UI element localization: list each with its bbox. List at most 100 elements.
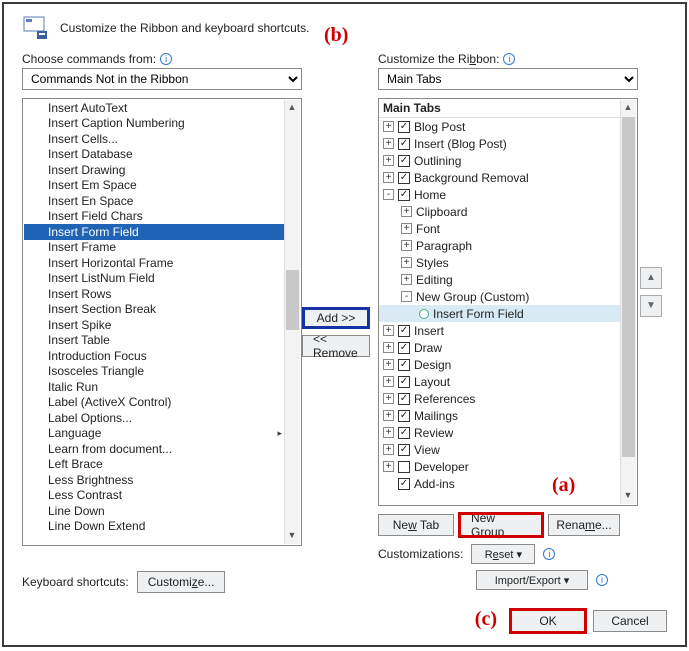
command-item[interactable]: Learn from document... <box>24 441 284 457</box>
collapse-icon[interactable]: - <box>383 189 394 200</box>
checkbox[interactable] <box>398 478 410 490</box>
tree-node[interactable]: +View <box>379 441 620 458</box>
tree-node[interactable]: +Styles <box>379 254 620 271</box>
expand-icon[interactable]: + <box>383 359 394 370</box>
expand-icon[interactable]: + <box>383 461 394 472</box>
tree-node[interactable]: +Insert (Blog Post) <box>379 135 620 152</box>
scroll-down-icon[interactable]: ▼ <box>285 528 299 544</box>
scrollbar[interactable]: ▲ ▼ <box>284 100 300 544</box>
rename-button[interactable]: Rename... <box>548 514 620 536</box>
command-item[interactable]: Insert Table <box>24 333 284 349</box>
checkbox[interactable] <box>398 121 410 133</box>
tree-node[interactable]: +Design <box>379 356 620 373</box>
command-item[interactable]: Insert Drawing <box>24 162 284 178</box>
collapse-icon[interactable]: - <box>401 291 412 302</box>
tree-node[interactable]: Add-ins <box>379 475 620 492</box>
expand-icon[interactable]: + <box>383 138 394 149</box>
scrollbar[interactable]: ▲ ▼ <box>620 100 636 504</box>
expand-icon[interactable]: + <box>383 155 394 166</box>
command-item[interactable]: Label Options... <box>24 410 284 426</box>
command-item[interactable]: Insert Frame <box>24 240 284 256</box>
command-item[interactable]: Insert AutoText <box>24 100 284 116</box>
command-item[interactable]: Language▸ <box>24 426 284 442</box>
expand-icon[interactable]: + <box>401 206 412 217</box>
tree-node[interactable]: +Outlining <box>379 152 620 169</box>
move-down-button[interactable]: ▼ <box>640 295 662 317</box>
expand-icon[interactable]: + <box>383 342 394 353</box>
reset-button[interactable]: Reset ▾ <box>471 544 535 564</box>
expand-icon[interactable]: + <box>401 223 412 234</box>
new-tab-button[interactable]: New Tab <box>378 514 454 536</box>
ribbon-tree[interactable]: Main Tabs +Blog Post+Insert (Blog Post)+… <box>378 98 638 506</box>
command-item[interactable]: Insert Em Space <box>24 178 284 194</box>
checkbox[interactable] <box>398 461 410 473</box>
command-item[interactable]: Italic Run <box>24 379 284 395</box>
checkbox[interactable] <box>398 410 410 422</box>
command-item[interactable]: Insert Form Field <box>24 224 284 240</box>
checkbox[interactable] <box>398 172 410 184</box>
expand-icon[interactable]: + <box>401 240 412 251</box>
tree-node[interactable]: +Review <box>379 424 620 441</box>
expand-icon[interactable]: + <box>383 172 394 183</box>
cancel-button[interactable]: Cancel <box>593 610 667 632</box>
remove-button[interactable]: << Remove <box>302 335 370 357</box>
ribbon-tabs-dropdown[interactable]: Main Tabs <box>378 68 638 90</box>
checkbox[interactable] <box>398 155 410 167</box>
command-item[interactable]: Insert En Space <box>24 193 284 209</box>
expand-icon[interactable]: + <box>383 376 394 387</box>
info-icon[interactable]: i <box>543 548 555 560</box>
tree-node[interactable]: +Paragraph <box>379 237 620 254</box>
expand-icon[interactable]: + <box>401 274 412 285</box>
command-item[interactable]: Insert Database <box>24 147 284 163</box>
command-item[interactable]: Introduction Focus <box>24 348 284 364</box>
command-item[interactable]: Line Down Extend <box>24 519 284 535</box>
move-up-button[interactable]: ▲ <box>640 267 662 289</box>
tree-node[interactable]: +References <box>379 390 620 407</box>
command-item[interactable]: Label (ActiveX Control) <box>24 395 284 411</box>
tree-node[interactable]: +Mailings <box>379 407 620 424</box>
expand-icon[interactable]: + <box>383 410 394 421</box>
command-item[interactable]: Insert ListNum Field <box>24 271 284 287</box>
tree-node[interactable]: +Clipboard <box>379 203 620 220</box>
tree-node[interactable]: Insert Form Field <box>379 305 620 322</box>
command-item[interactable]: Isosceles Triangle <box>24 364 284 380</box>
expand-icon[interactable]: + <box>383 393 394 404</box>
commands-listbox[interactable]: Insert AutoTextInsert Caption NumberingI… <box>22 98 302 546</box>
tree-node[interactable]: +Background Removal <box>379 169 620 186</box>
info-icon[interactable]: i <box>596 574 608 586</box>
scroll-down-icon[interactable]: ▼ <box>621 488 635 504</box>
command-item[interactable]: Insert Section Break <box>24 302 284 318</box>
expand-icon[interactable]: + <box>383 121 394 132</box>
checkbox[interactable] <box>398 189 410 201</box>
checkbox[interactable] <box>398 444 410 456</box>
command-item[interactable]: Less Contrast <box>24 488 284 504</box>
expand-icon[interactable]: + <box>383 325 394 336</box>
command-item[interactable]: Insert Cells... <box>24 131 284 147</box>
expand-icon[interactable]: + <box>383 427 394 438</box>
new-group-button[interactable]: New Group <box>460 514 542 536</box>
tree-node[interactable]: +Developer <box>379 458 620 475</box>
expand-icon[interactable]: + <box>383 444 394 455</box>
checkbox[interactable] <box>398 138 410 150</box>
scroll-thumb[interactable] <box>286 270 299 330</box>
import-export-button[interactable]: Import/Export ▾ <box>476 570 588 590</box>
tree-node[interactable]: +Insert <box>379 322 620 339</box>
command-item[interactable]: Less Brightness <box>24 472 284 488</box>
checkbox[interactable] <box>398 325 410 337</box>
scroll-up-icon[interactable]: ▲ <box>621 100 635 116</box>
checkbox[interactable] <box>398 393 410 405</box>
expand-icon[interactable]: + <box>401 257 412 268</box>
tree-node[interactable]: +Layout <box>379 373 620 390</box>
tree-node[interactable]: +Font <box>379 220 620 237</box>
ok-button[interactable]: OK <box>511 610 585 632</box>
choose-commands-dropdown[interactable]: Commands Not in the Ribbon <box>22 68 302 90</box>
command-item[interactable]: Left Brace <box>24 457 284 473</box>
checkbox[interactable] <box>398 427 410 439</box>
checkbox[interactable] <box>398 359 410 371</box>
tree-node[interactable]: +Draw <box>379 339 620 356</box>
checkbox[interactable] <box>398 342 410 354</box>
command-item[interactable]: Insert Caption Numbering <box>24 116 284 132</box>
tree-node[interactable]: +Editing <box>379 271 620 288</box>
info-icon[interactable]: i <box>160 53 172 65</box>
command-item[interactable]: Line Down <box>24 503 284 519</box>
